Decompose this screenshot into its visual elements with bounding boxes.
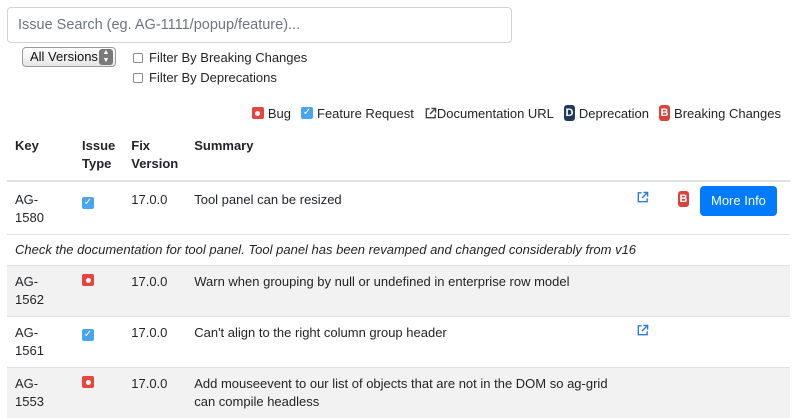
issue-summary: Warn when grouping by null or undefined …: [186, 266, 790, 317]
legend-feature: ✓ Feature Request: [301, 106, 414, 121]
issue-note: Check the documentation for tool panel. …: [7, 235, 790, 266]
version-select[interactable]: All Versions ▲▼: [22, 47, 116, 67]
external-link-icon: [424, 107, 437, 120]
external-link-icon[interactable]: [636, 324, 649, 337]
table-header-row: Key IssueType FixVersion Summary: [7, 130, 790, 181]
bug-icon: [82, 274, 94, 286]
issue-note-row: Check the documentation for tool panel. …: [7, 235, 790, 266]
table-row: AG-1580 ✓ 17.0.0 Tool panel can be resiz…: [7, 181, 790, 235]
legend-deprecation: D Deprecation: [564, 105, 649, 121]
legend: Bug ✓ Feature Request Documentation URL …: [252, 105, 781, 121]
table-row: AG-1562 17.0.0 Warn when grouping by nul…: [7, 266, 790, 317]
issue-search-input[interactable]: [7, 7, 512, 43]
legend-breaking: B Breaking Changes: [659, 105, 781, 121]
filter-breaking-label: Filter By Breaking Changes: [149, 50, 307, 65]
issue-key: AG-1561: [7, 317, 74, 368]
legend-feature-label: Feature Request: [317, 106, 414, 121]
table-row: AG-1561 ✓ 17.0.0 Can't align to the righ…: [7, 317, 790, 368]
deprecation-icon: D: [564, 105, 575, 121]
fix-version: 17.0.0: [123, 266, 186, 317]
feature-request-icon: ✓: [82, 197, 94, 209]
issue-key: AG-1553: [7, 368, 74, 418]
fix-version: 17.0.0: [123, 181, 186, 235]
legend-doc-url-label: Documentation URL: [437, 106, 554, 121]
col-header-summary: Summary: [186, 130, 628, 181]
fix-version: 17.0.0: [123, 368, 186, 418]
col-header-issue-type: IssueType: [74, 130, 123, 181]
legend-breaking-label: Breaking Changes: [674, 106, 781, 121]
issue-summary: Can't align to the right column group he…: [186, 317, 628, 368]
version-select-value: All Versions: [30, 49, 98, 64]
legend-bug-label: Bug: [268, 106, 291, 121]
col-header-key: Key: [7, 130, 74, 181]
filter-deprecations[interactable]: Filter By Deprecations: [133, 70, 277, 85]
filter-deprecations-checkbox[interactable]: [133, 73, 143, 83]
bug-icon: [252, 107, 264, 119]
legend-bug: Bug: [252, 106, 291, 121]
legend-doc-url: Documentation URL: [424, 106, 554, 121]
breaking-change-icon: B: [678, 191, 689, 207]
feature-request-icon: ✓: [301, 107, 313, 119]
external-link-icon[interactable]: [636, 191, 649, 204]
feature-request-icon: ✓: [82, 329, 94, 341]
issue-summary: Add mouseevent to our list of objects th…: [186, 368, 790, 418]
issue-key: AG-1580: [7, 181, 74, 235]
filter-deprecations-label: Filter By Deprecations: [149, 70, 277, 85]
select-arrows-icon: ▲▼: [99, 49, 113, 65]
fix-version: 17.0.0: [123, 317, 186, 368]
breaking-change-icon: B: [659, 105, 670, 121]
col-header-fix-version: FixVersion: [123, 130, 186, 181]
filter-breaking-checkbox[interactable]: [133, 53, 143, 63]
issues-table: Key IssueType FixVersion Summary AG-1580…: [7, 130, 790, 418]
filter-breaking-changes[interactable]: Filter By Breaking Changes: [133, 50, 307, 65]
table-row: AG-1553 17.0.0 Add mouseevent to our lis…: [7, 368, 790, 418]
more-info-button[interactable]: More Info: [700, 186, 777, 216]
bug-icon: [82, 376, 94, 388]
legend-deprecation-label: Deprecation: [579, 106, 649, 121]
issue-key: AG-1562: [7, 266, 74, 317]
issue-summary: Tool panel can be resized: [186, 181, 628, 235]
